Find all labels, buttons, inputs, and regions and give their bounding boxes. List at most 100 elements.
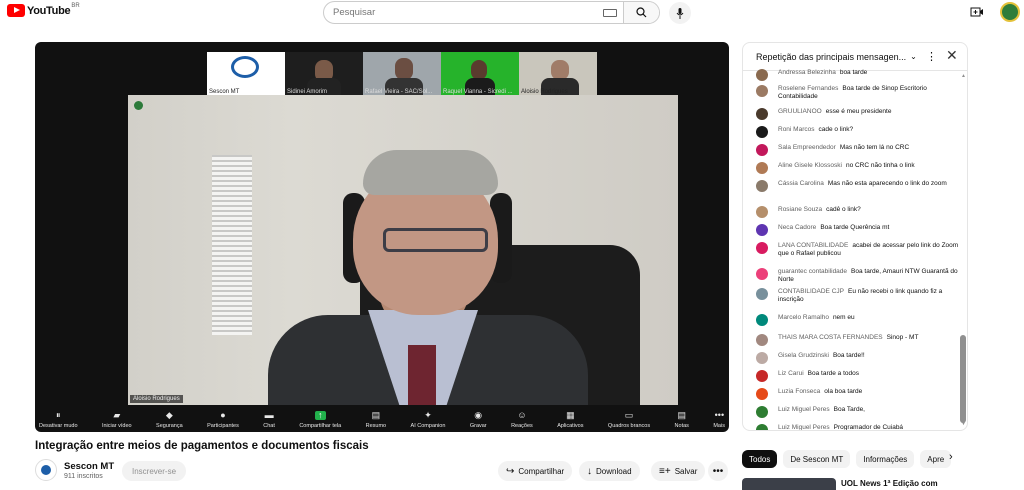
search-button[interactable] (623, 2, 659, 23)
toolbar-item-apps[interactable]: ▦ Aplicativos (557, 404, 583, 432)
toolbar-item-participants[interactable]: ● Participantes (207, 404, 239, 432)
shield-icon: ◆ (165, 410, 173, 420)
chat-message: GRUULIANOO esse é meu presidente (756, 108, 961, 120)
toolbar-item-notes[interactable]: ▤ Notas (675, 404, 689, 432)
chat-author-name[interactable]: Rosiane Souza (778, 206, 822, 213)
chat-message-text: Programador de Cuiabá (833, 424, 904, 431)
chip-more[interactable]: Apre (920, 450, 952, 468)
chat-author-name[interactable]: Luiz Miguel Peres (778, 406, 830, 413)
scroll-up-icon[interactable]: ▲ (961, 73, 966, 79)
chat-message: Aline Gisele Klossoski no CRC não tinha o… (756, 162, 961, 174)
toolbar-item-summary[interactable]: ▤ Resumo (366, 404, 386, 432)
chat-author-name[interactable]: Andressa Belezinha (778, 69, 836, 76)
chat-message: Sala Empreendedor Mas não tem lá no CRC (756, 144, 961, 156)
chat-message-body: THAIS MARA COSTA FERNANDES Sinop - MT (778, 334, 918, 346)
download-icon: ↓ (587, 465, 592, 477)
chat-author-name[interactable]: Luzia Fonseca (778, 388, 820, 395)
chat-author-avatar[interactable] (756, 406, 768, 418)
mic-off-icon: ⏸ (56, 410, 61, 420)
chat-message-body: Cássia Carolina Mas não esta aparecendo o… (778, 180, 947, 192)
chat-author-name[interactable]: Liz Carui (778, 370, 804, 377)
channel-avatar[interactable] (35, 459, 57, 481)
account-avatar[interactable] (1000, 2, 1020, 22)
close-icon[interactable]: ✕ (946, 47, 958, 64)
chat-author-avatar[interactable] (756, 268, 768, 280)
chat-author-avatar[interactable] (756, 388, 768, 400)
chat-author-avatar[interactable] (756, 424, 768, 430)
share-button[interactable]: ↪ Compartilhar (498, 461, 573, 481)
video-player[interactable]: Sescon MT Sidinei Amorim Rafael Vieira -… (35, 42, 729, 432)
chat-author-name[interactable]: LANA CONTABILIDADE (778, 242, 848, 249)
chat-message-text: Boa tarde a todos (807, 370, 859, 377)
chat-author-name[interactable]: GRUULIANOO (778, 108, 822, 115)
chat-message-text: Mas não esta aparecendo o link do zoom (827, 180, 947, 187)
chat-author-avatar[interactable] (756, 108, 768, 120)
chat-author-name[interactable]: CONTABILIDADE CJP (778, 288, 844, 295)
chat-author-avatar[interactable] (756, 224, 768, 236)
toolbar-item-mute[interactable]: ⏸ Desativar mudo (39, 404, 78, 432)
toolbar-item-record[interactable]: ◉ Gravar (470, 404, 487, 432)
more-actions-button[interactable]: ••• (708, 461, 728, 481)
chat-author-name[interactable]: guarantec contabilidade (778, 268, 847, 275)
chat-author-name[interactable]: Gisela Grudzinski (778, 352, 829, 359)
toolbar-item-whiteboards[interactable]: ▭ Quadros brancos (608, 404, 650, 432)
toolbar-item-ai[interactable]: ✦ AI Companion (411, 404, 446, 432)
voice-search-button[interactable] (669, 2, 691, 24)
chat-author-avatar[interactable] (756, 242, 768, 254)
chat-author-avatar[interactable] (756, 144, 768, 156)
chat-author-avatar[interactable] (756, 180, 768, 192)
toolbar-item-chat[interactable]: ▬ Chat (263, 404, 275, 432)
toolbar-item-reactions[interactable]: ☺ Reações (511, 404, 533, 432)
create-icon[interactable] (970, 5, 984, 19)
more-vert-icon[interactable]: ⋮ (926, 50, 937, 63)
chat-author-avatar[interactable] (756, 69, 768, 81)
subscriber-count: 911 inscritos (64, 473, 103, 480)
search-input[interactable] (324, 2, 603, 23)
chat-author-name[interactable]: Marcelo Ramalho (778, 314, 829, 321)
save-button[interactable]: ≡+ Salvar (651, 461, 706, 481)
record-icon: ◉ (474, 410, 483, 420)
toolbar-item-more[interactable]: ••• Mais (713, 404, 725, 432)
chip-all[interactable]: Todos (742, 450, 778, 468)
chevron-right-icon[interactable]: › (949, 451, 953, 463)
chat-message-body: Luiz Miguel Peres Boa Tarde, (778, 406, 865, 418)
chip-from-channel[interactable]: De Sescon MT (783, 450, 851, 468)
chat-message-body: Roselene Fernandes Boa tarde de Sinop Esc… (778, 85, 961, 101)
chat-author-avatar[interactable] (756, 85, 768, 97)
chat-author-name[interactable]: Neca Cadore (778, 224, 816, 231)
toolbar-item-security[interactable]: ◆ Segurança (156, 404, 183, 432)
download-button[interactable]: ↓ Download (579, 461, 640, 481)
chat-author-avatar[interactable] (756, 126, 768, 138)
chevron-down-icon[interactable]: ⌄ (910, 52, 917, 61)
chat-author-name[interactable]: Roselene Fernandes (778, 85, 838, 92)
save-icon: ≡+ (659, 465, 671, 477)
chat-author-name[interactable]: Roni Marcos (778, 126, 814, 133)
chat-scrollbar[interactable]: ▲ ▼ (960, 73, 966, 427)
participant-tile: Sidinei Amorim (285, 52, 363, 95)
toolbar-item-share[interactable]: ↑ Compartilhar tela (299, 404, 341, 432)
scrollbar-thumb[interactable] (960, 335, 966, 423)
chat-author-name[interactable]: Sala Empreendedor (778, 144, 836, 151)
chat-author-name[interactable]: Luiz Miguel Peres (778, 424, 830, 430)
chat-author-avatar[interactable] (756, 288, 768, 300)
chip-info[interactable]: Informações (856, 450, 915, 468)
subscribe-button[interactable]: Inscrever-se (122, 461, 187, 481)
chat-author-avatar[interactable] (756, 314, 768, 326)
toolbar-item-video[interactable]: ▰ Iniciar vídeo (102, 404, 132, 432)
channel-name[interactable]: Sescon MT (64, 461, 114, 472)
keyboard-icon[interactable] (603, 9, 617, 17)
chat-author-name[interactable]: Aline Gisele Klossoski (778, 162, 842, 169)
chat-author-avatar[interactable] (756, 162, 768, 174)
scroll-down-icon[interactable]: ▼ (961, 421, 966, 427)
youtube-logo[interactable]: YouTube BR (7, 3, 80, 17)
share-icon: ↪ (506, 465, 515, 477)
chat-author-avatar[interactable] (756, 370, 768, 382)
chat-author-avatar[interactable] (756, 352, 768, 364)
chat-author-avatar[interactable] (756, 334, 768, 346)
participant-tile: Sescon MT (207, 52, 285, 95)
chat-header[interactable]: Repetição das principais mensagen... ⌄ ⋮… (743, 43, 967, 71)
chat-author-avatar[interactable] (756, 206, 768, 218)
related-video-thumbnail[interactable] (742, 478, 836, 490)
chat-author-name[interactable]: THAIS MARA COSTA FERNANDES (778, 334, 883, 341)
chat-author-name[interactable]: Cássia Carolina (778, 180, 824, 187)
